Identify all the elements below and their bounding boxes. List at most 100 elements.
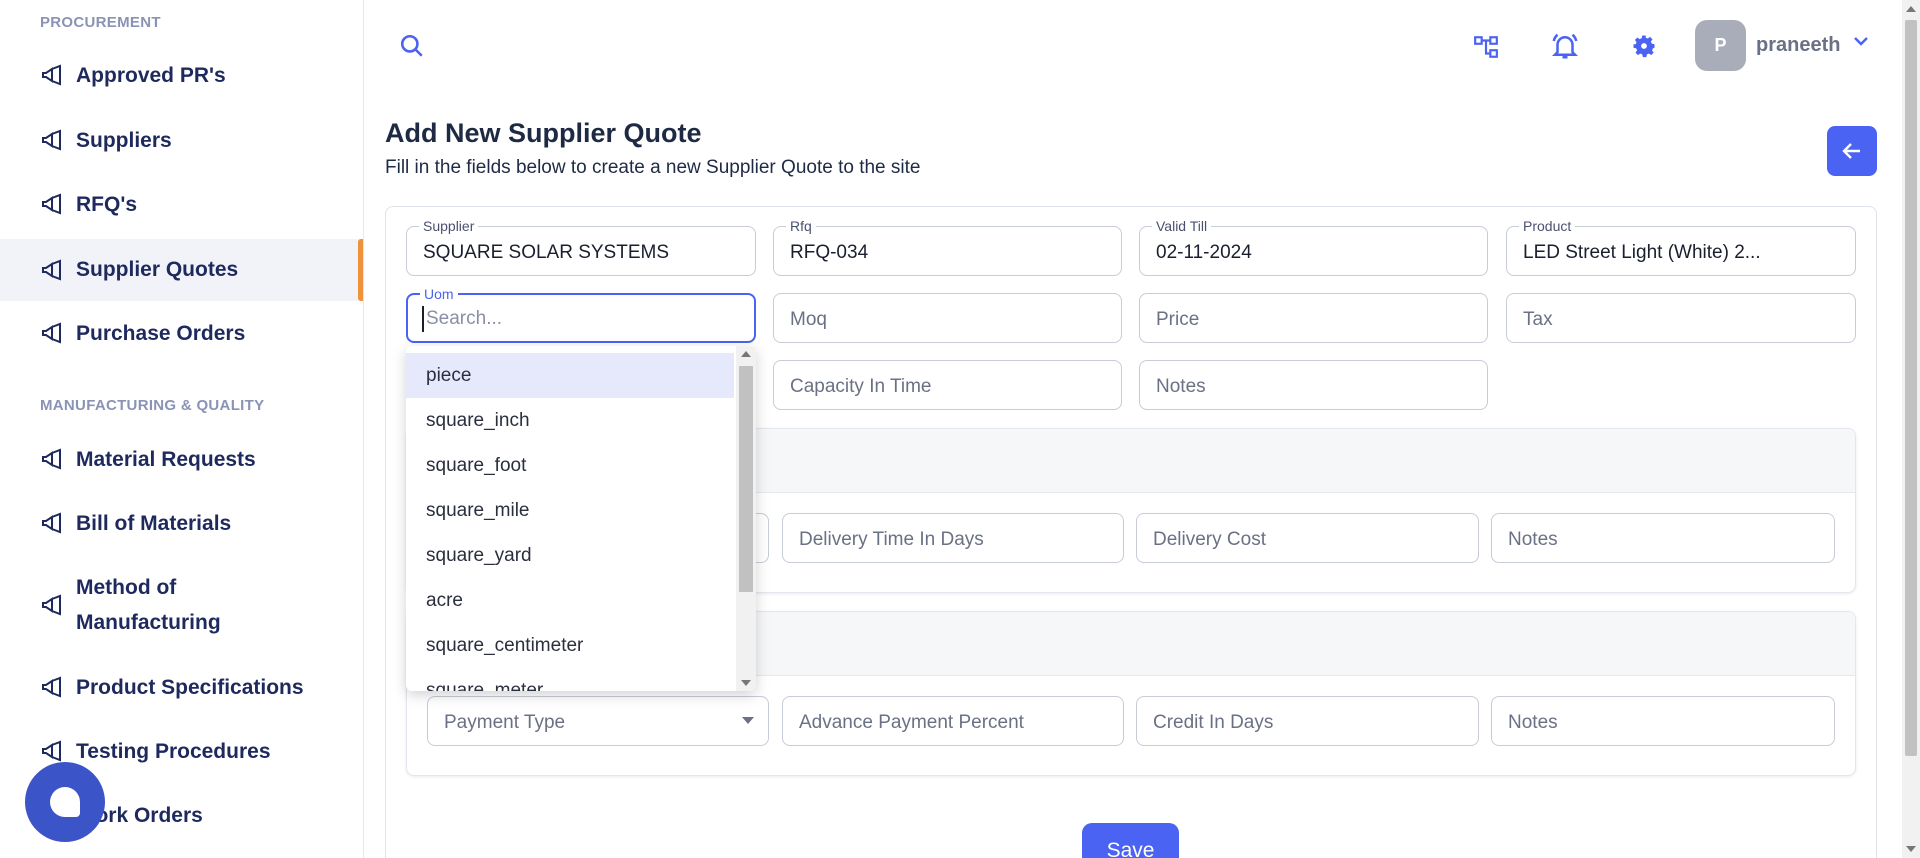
section-title-manufacturing: MANUFACTURING & QUALITY [40,397,265,414]
sidebar-item-label: Supplier Quotes [76,258,239,281]
field-placeholder: Delivery Cost [1153,529,1266,550]
megaphone-icon [42,740,61,762]
gear-icon[interactable] [1630,32,1658,60]
sidebar-item-method-of-manufacturing[interactable]: Method of Manufacturing [0,570,363,640]
notes-field[interactable]: Notes [1139,360,1488,410]
field-placeholder: Tax [1523,309,1553,330]
avatar[interactable]: P [1695,20,1746,71]
chat-icon [50,787,80,817]
scroll-up-arrow-icon[interactable] [1906,5,1916,13]
field-label: Product [1519,218,1576,234]
delivery-notes-field[interactable]: Notes [1491,513,1835,563]
dropdown-option[interactable]: square_mile [406,488,734,533]
megaphone-icon [42,64,61,86]
field-placeholder: Advance Payment Percent [799,712,1024,733]
sidebar-item-rfqs[interactable]: RFQ's [0,187,363,222]
sidebar-item-label: Testing Procedures [76,740,271,763]
arrow-left-icon [1842,143,1860,159]
field-label: Valid Till [1152,218,1212,234]
field-value: LED Street Light (White) 2... [1523,242,1761,263]
moq-field[interactable]: Moq [773,293,1122,343]
price-field[interactable]: Price [1139,293,1488,343]
uom-field[interactable]: Uom [406,286,756,343]
field-placeholder: Delivery Time In Days [799,529,984,550]
uom-dropdown: piece square_inch square_foot square_mil… [406,346,756,691]
field-value: SQUARE SOLAR SYSTEMS [423,242,670,263]
field-placeholder: Notes [1508,529,1558,550]
sidebar-item-suppliers[interactable]: Suppliers [0,123,363,158]
tax-field[interactable]: Tax [1506,293,1856,343]
sidebar-item-label: Suppliers [76,129,172,152]
dropdown-option[interactable]: square_inch [406,398,734,443]
chat-widget-button[interactable] [25,762,105,842]
megaphone-icon [42,512,61,534]
uom-search-input[interactable] [422,306,722,332]
sidebar-item-approved-prs[interactable]: Approved PR's [0,58,363,93]
field-label: Uom [420,286,458,302]
sidebar-item-material-requests[interactable]: Material Requests [0,442,363,477]
dropdown-option[interactable]: square_centimeter [406,623,734,668]
delivery-time-field[interactable]: Delivery Time In Days [782,513,1124,563]
megaphone-icon [42,129,61,151]
payment-notes-field[interactable]: Notes [1491,696,1835,746]
page-scrollbar[interactable] [1902,0,1920,858]
field-value: RFQ-034 [790,242,869,263]
sidebar-item-supplier-quotes[interactable]: Supplier Quotes [0,239,363,301]
dropdown-option[interactable]: square_meter [406,668,734,691]
dropdown-scrollbar[interactable] [736,346,756,691]
sidebar-item-product-specifications[interactable]: Product Specifications [0,670,363,705]
field-label: Rfq [786,218,816,234]
megaphone-icon [42,594,61,616]
sidebar-item-label: Product Specifications [76,676,304,699]
field-placeholder: Notes [1156,376,1206,397]
delivery-cost-field[interactable]: Delivery Cost [1136,513,1479,563]
megaphone-icon [42,322,61,344]
dropdown-scrollbar-thumb[interactable] [739,366,753,592]
field-placeholder: Capacity In Time [790,376,932,397]
section-title-procurement: PROCUREMENT [40,14,161,31]
page-scrollbar-thumb[interactable] [1905,20,1917,756]
credit-days-field[interactable]: Credit In Days [1136,696,1479,746]
chevron-down-icon[interactable] [1852,34,1870,48]
dropdown-option[interactable]: square_foot [406,443,734,488]
sidebar: PROCUREMENT Approved PR's Suppliers RFQ'… [0,0,364,858]
payment-type-select[interactable]: Payment Type [427,696,769,746]
back-button[interactable] [1827,126,1877,176]
search-icon[interactable] [399,33,425,59]
rfq-field[interactable]: Rfq RFQ-034 [773,218,1122,276]
megaphone-icon [42,676,61,698]
dropdown-option[interactable]: square_yard [406,533,734,578]
save-button[interactable]: Save [1082,823,1179,858]
sidebar-item-label: Purchase Orders [76,322,246,345]
page-title: Add New Supplier Quote [385,118,702,148]
sidebar-item-label: RFQ's [76,193,138,216]
sidebar-item-label: Bill of Materials [76,512,232,535]
scroll-down-arrow-icon[interactable] [1906,845,1916,853]
advance-payment-field[interactable]: Advance Payment Percent [782,696,1124,746]
scroll-up-arrow-icon[interactable] [741,350,751,358]
field-value: 02-11-2024 [1156,242,1252,263]
sidebar-item-label: Method of Manufacturing [76,576,221,634]
field-placeholder: Moq [790,309,827,330]
dropdown-option[interactable]: piece [406,353,734,398]
capacity-in-time-field[interactable]: Capacity In Time [773,360,1122,410]
sidebar-item-bill-of-materials[interactable]: Bill of Materials [0,506,363,541]
sidebar-item-label: Material Requests [76,448,256,471]
scroll-down-arrow-icon[interactable] [741,679,751,687]
field-label: Supplier [419,218,479,234]
username[interactable]: praneeth [1756,34,1840,57]
megaphone-icon [42,193,61,215]
valid-till-field[interactable]: Valid Till 02-11-2024 [1139,218,1488,276]
sidebar-item-label: Approved PR's [76,64,226,87]
megaphone-icon [42,259,61,281]
bell-icon[interactable] [1550,31,1580,61]
field-placeholder: Price [1156,309,1200,330]
sidebar-item-purchase-orders[interactable]: Purchase Orders [0,316,363,351]
product-field[interactable]: Product LED Street Light (White) 2... [1506,218,1856,276]
field-placeholder: Payment Type [444,712,566,733]
dropdown-option[interactable]: acre [406,578,734,623]
caret-down-icon [742,717,754,724]
supplier-field[interactable]: Supplier SQUARE SOLAR SYSTEMS [406,218,756,276]
hierarchy-icon[interactable] [1473,34,1499,60]
field-placeholder: Credit In Days [1153,712,1274,733]
